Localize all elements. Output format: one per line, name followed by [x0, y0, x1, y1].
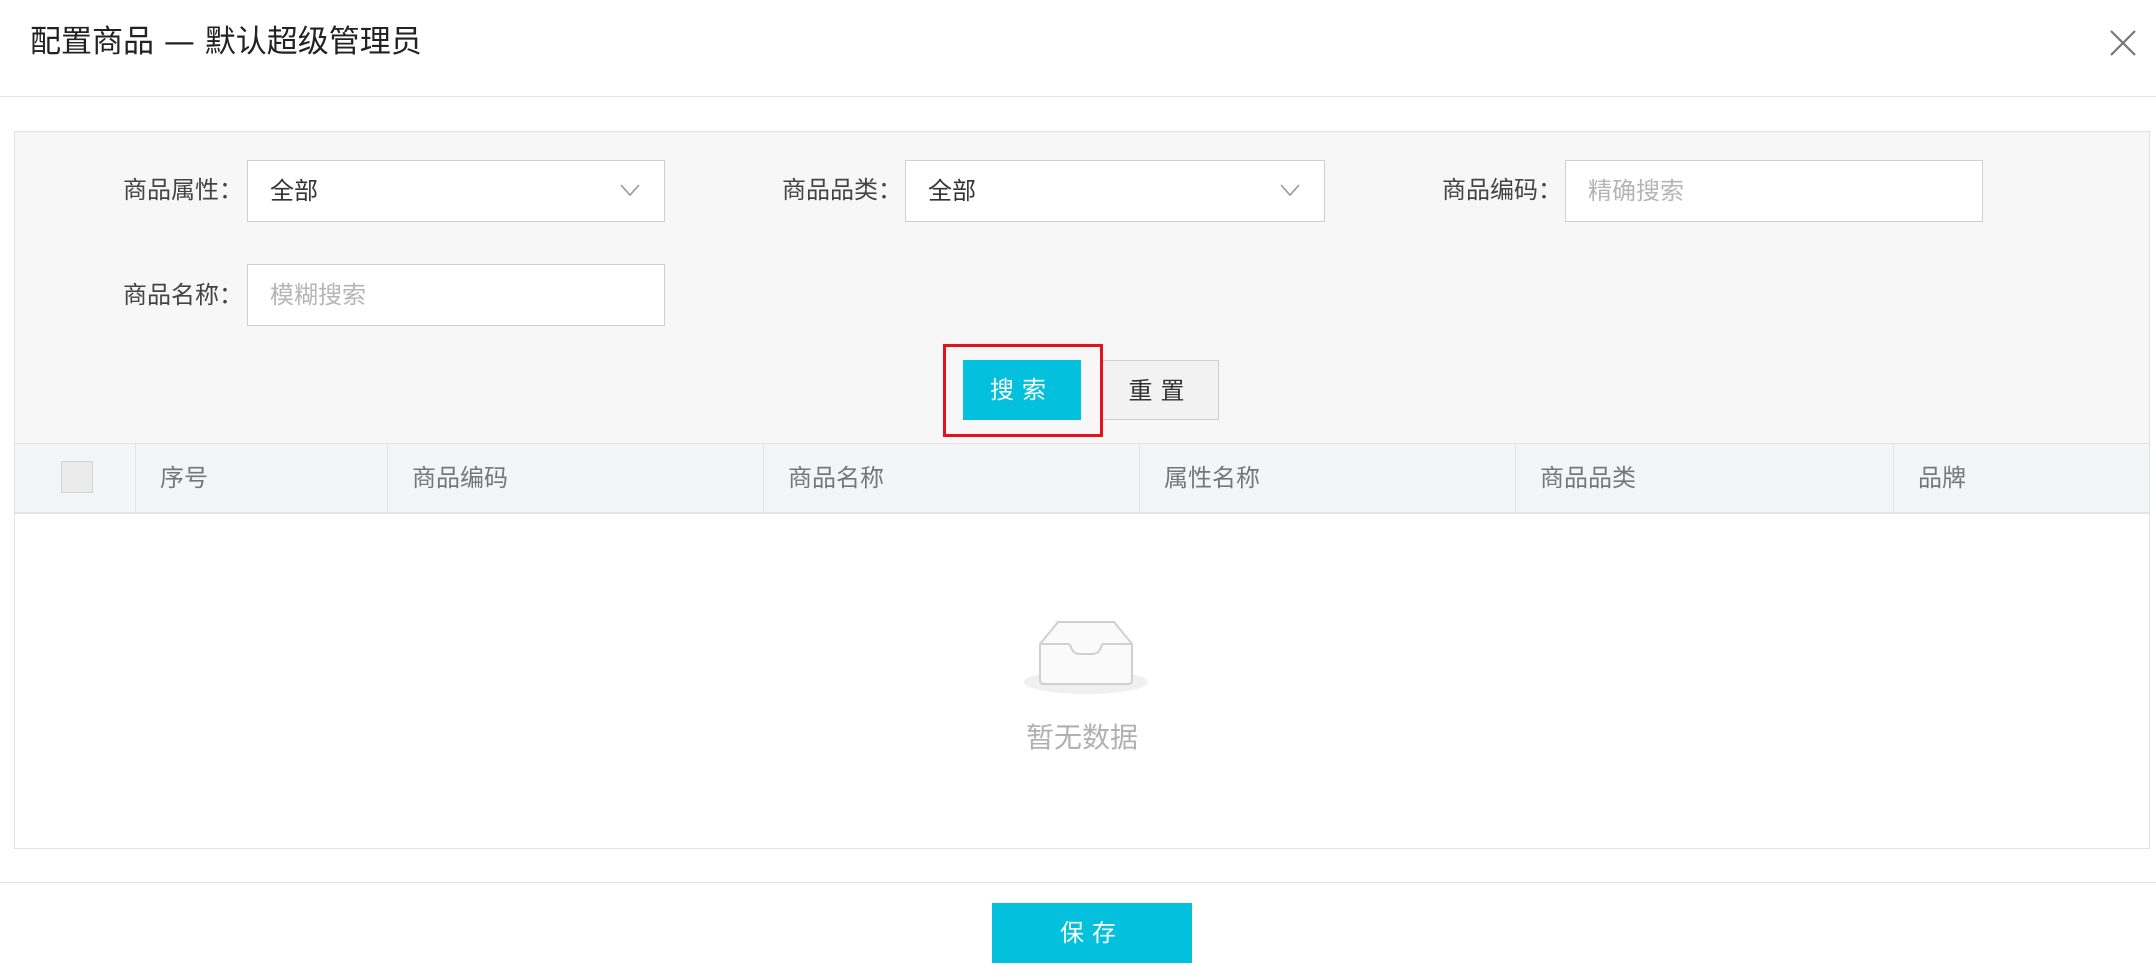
attribute-select[interactable]: 全部 [247, 160, 665, 222]
column-header-index: 序号 [136, 444, 388, 514]
select-all-checkbox[interactable] [61, 461, 93, 493]
column-header-code: 商品编码 [388, 444, 764, 514]
category-filter-label: 商品品类： [782, 176, 902, 204]
attribute-filter-label: 商品属性： [123, 176, 243, 204]
category-select[interactable]: 全部 [905, 160, 1325, 222]
column-header-name: 商品名称 [764, 444, 1140, 514]
column-header-category: 商品品类 [1516, 444, 1894, 514]
category-select-value: 全部 [928, 177, 976, 205]
code-search-input[interactable] [1565, 160, 1983, 222]
modal-header: 配置商品 — 默认超级管理员 [0, 0, 2156, 97]
close-icon [2110, 30, 2136, 56]
table-header: 序号 商品编码 商品名称 属性名称 商品品类 品牌 [15, 444, 2149, 514]
close-button[interactable] [2108, 28, 2138, 58]
save-button[interactable]: 保存 [992, 903, 1192, 963]
reset-button[interactable]: 重置 [1102, 360, 1219, 420]
empty-state-text: 暂无数据 [1025, 721, 1138, 754]
empty-state: 暂无数据 [15, 516, 2149, 848]
chevron-down-icon [1278, 178, 1302, 202]
search-button-highlight [943, 344, 1103, 437]
footer-divider [0, 882, 2156, 883]
column-header-attribute: 属性名称 [1140, 444, 1516, 514]
modal-title: 配置商品 — 默认超级管理员 [30, 24, 422, 60]
column-header-brand: 品牌 [1918, 464, 1966, 492]
name-filter-label: 商品名称： [123, 281, 243, 309]
code-filter-label: 商品编码： [1442, 176, 1562, 204]
attribute-select-value: 全部 [270, 177, 318, 205]
empty-inbox-icon [1016, 610, 1156, 700]
products-table: 序号 商品编码 商品名称 属性名称 商品品类 品牌 暂无数据 [14, 443, 2150, 849]
name-search-input[interactable] [247, 264, 665, 326]
config-products-modal: 配置商品 — 默认超级管理员 商品属性： 全部 商品品类： 全部 商品编码： 商… [0, 0, 2156, 978]
select-column-header [15, 444, 136, 514]
chevron-down-icon [618, 178, 642, 202]
